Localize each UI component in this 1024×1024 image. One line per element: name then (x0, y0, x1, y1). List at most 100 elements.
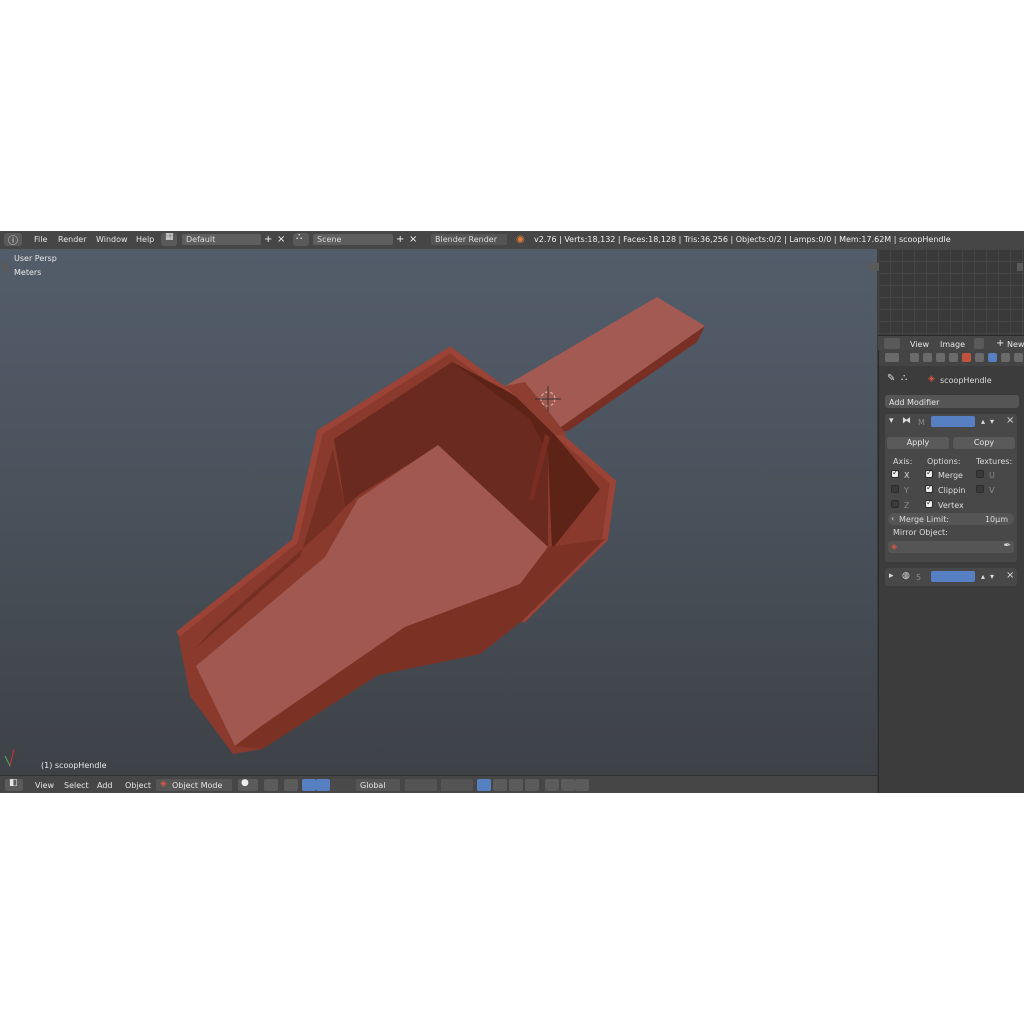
render-animation-icon[interactable] (561, 779, 575, 791)
merge-label: Merge (938, 471, 963, 480)
blender-logo-icon: ◉ (516, 234, 525, 245)
layer-buttons-left[interactable] (405, 779, 437, 791)
shading-select[interactable]: ● (238, 778, 258, 791)
texture-v-checkbox[interactable] (976, 485, 984, 493)
manipulator-arrow-icon[interactable] (343, 779, 357, 791)
blender-window: ⓘ File Render Window Help ▦ Default + × … (0, 231, 1024, 793)
subdivision-move-up-icon[interactable]: ▴ (981, 572, 985, 581)
axis-x-label: X (904, 471, 910, 480)
manipulator-toggle[interactable] (284, 779, 298, 791)
uv-image-editor[interactable] (873, 249, 1024, 335)
axis-x-checkbox[interactable] (891, 468, 899, 478)
proportional-edit-icon[interactable] (493, 779, 507, 791)
eyedropper-icon[interactable]: ✒ (1003, 541, 1011, 551)
snap-toggle-icon[interactable] (509, 779, 523, 791)
clipping-checkbox[interactable] (925, 483, 933, 493)
texture-u-label: U (989, 471, 995, 480)
properties-editor-type-button[interactable] (885, 353, 899, 362)
menu-select[interactable]: Select (64, 781, 89, 790)
layout-name-field[interactable]: Default (182, 234, 261, 245)
new-image-plus-icon[interactable]: + (996, 338, 1004, 349)
rotate-manipulator-icon[interactable] (316, 779, 330, 791)
image-editor-toggle-left[interactable] (873, 263, 879, 271)
image-editor-toggle-right[interactable] (1017, 263, 1023, 271)
image-menu-image[interactable]: Image (940, 340, 965, 349)
layout-selector-button[interactable]: ▦ (161, 232, 177, 246)
orientation-select[interactable]: Global (356, 779, 400, 791)
subdivision-modifier-panel: ▸ ◍ 5 ▴ ▾ × (885, 568, 1017, 586)
remove-scene-icon[interactable]: × (409, 234, 417, 245)
textures-header: Textures: (976, 457, 1013, 466)
mode-select[interactable]: ◈ Object Mode (156, 779, 232, 791)
data-tab-icon[interactable] (1001, 353, 1010, 362)
snap-element-icon[interactable] (525, 779, 539, 791)
menu-object[interactable]: Object (125, 781, 151, 790)
add-modifier-select[interactable]: Add Modifier (885, 395, 1019, 408)
axis-y-checkbox[interactable] (891, 485, 899, 493)
remove-layout-icon[interactable]: × (277, 234, 285, 245)
menu-file[interactable]: File (34, 235, 47, 244)
lock-layers-icon[interactable] (477, 779, 491, 791)
remove-modifier-icon[interactable]: × (1006, 415, 1014, 426)
subdivision-move-down-icon[interactable]: ▾ (990, 572, 994, 581)
modifier-name-field[interactable]: M (918, 418, 925, 427)
axis-z-checkbox[interactable] (891, 500, 899, 508)
options-header: Options: (927, 457, 961, 466)
menu-window[interactable]: Window (96, 235, 128, 244)
cube-icon: ◧ (9, 778, 18, 788)
constraints-tab-icon[interactable] (975, 353, 984, 362)
object-tab-icon[interactable] (962, 353, 971, 362)
merge-limit-field[interactable]: ‹ Merge Limit: 10µm (888, 513, 1014, 525)
material-tab-icon[interactable] (1014, 353, 1023, 362)
opengl-render-icon[interactable] (545, 779, 559, 791)
add-modifier-label: Add Modifier (889, 398, 940, 407)
scene-tab-icon[interactable] (936, 353, 945, 362)
pivot-select[interactable] (264, 779, 278, 791)
mirror-object-field[interactable]: ◈ ✒ (888, 541, 1014, 553)
move-up-icon[interactable]: ▴ (981, 417, 985, 426)
image-menu-view[interactable]: View (910, 340, 929, 349)
add-layout-icon[interactable]: + (264, 234, 272, 245)
move-down-icon[interactable]: ▾ (990, 417, 994, 426)
world-tab-icon[interactable] (949, 353, 958, 362)
extra-tools-icon[interactable] (575, 779, 589, 791)
collapse-arrow-icon[interactable]: ▾ (889, 416, 894, 426)
image-editor-type-button[interactable] (884, 338, 900, 349)
new-image-button[interactable]: New (1007, 340, 1024, 349)
scene-icon: ⛬ (296, 232, 303, 242)
viewport-editor-type-button[interactable]: ◧ (5, 778, 23, 791)
modifiers-tab-icon[interactable] (988, 353, 997, 362)
translate-manipulator-icon[interactable] (302, 779, 316, 791)
menu-help[interactable]: Help (136, 235, 154, 244)
properties-editor: ✎ ⛬ ◈ scoopHendle Add Modifier ▾ ⧓ M ▴ ▾… (878, 350, 1024, 793)
modifier-visibility-toggles[interactable] (931, 416, 975, 427)
scene-selector-button[interactable]: ⛬ (293, 232, 309, 246)
scene-name-field[interactable]: Scene (313, 234, 393, 245)
subdivision-remove-icon[interactable]: × (1006, 570, 1014, 581)
apply-button[interactable]: Apply (887, 437, 949, 449)
editor-type-button[interactable]: ⓘ (4, 233, 22, 247)
scale-manipulator-icon[interactable] (330, 779, 344, 791)
render-tab-icon[interactable] (910, 353, 919, 362)
menu-view[interactable]: View (35, 781, 54, 790)
menu-render[interactable]: Render (58, 235, 86, 244)
mirror-object-icon: ◈ (891, 542, 898, 551)
merge-checkbox[interactable] (925, 468, 933, 478)
merge-limit-arrow-icon: ‹ (891, 514, 895, 523)
texture-u-checkbox[interactable] (976, 470, 984, 478)
pin-icon[interactable]: ✎ (887, 373, 895, 384)
scoop-model[interactable] (0, 249, 877, 775)
render-layers-tab-icon[interactable] (923, 353, 932, 362)
render-engine-select[interactable]: Blender Render (431, 234, 507, 245)
3d-viewport[interactable]: User Persp Meters (1) scoopHendle (0, 249, 877, 775)
menu-add[interactable]: Add (97, 781, 113, 790)
expand-arrow-icon[interactable]: ▸ (889, 571, 894, 581)
subdivision-visibility-toggles[interactable] (931, 571, 975, 582)
vertex-groups-checkbox[interactable] (925, 498, 933, 508)
add-scene-icon[interactable]: + (396, 234, 404, 245)
copy-button[interactable]: Copy (953, 437, 1015, 449)
mirror-modifier-icon: ⧓ (902, 416, 911, 426)
layer-buttons-right[interactable] (441, 779, 473, 791)
image-browse-button[interactable] (974, 338, 984, 349)
merge-limit-value: 10µm (984, 515, 1008, 524)
